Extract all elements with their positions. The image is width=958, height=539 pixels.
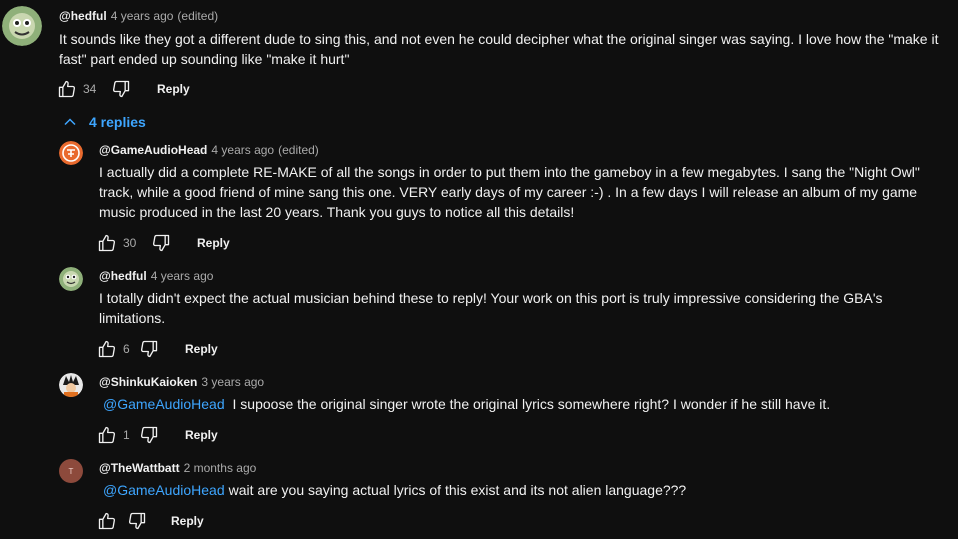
comment-author[interactable]: @hedful	[99, 269, 147, 283]
user-mention-link[interactable]: @GameAudioHead	[103, 396, 225, 412]
dislike-button[interactable]	[125, 509, 149, 533]
dislike-button[interactable]	[137, 423, 161, 447]
comment-author[interactable]: @hedful	[59, 9, 107, 23]
avatar[interactable]	[2, 6, 42, 46]
like-button[interactable]	[95, 337, 119, 361]
reply-button[interactable]: Reply	[185, 428, 218, 442]
comment-header: @ShinkuKaioken 3 years ago	[99, 375, 264, 389]
like-button[interactable]	[95, 423, 119, 447]
comment-actions: 1 Reply	[95, 423, 218, 447]
thumbs-down-icon	[128, 512, 146, 530]
comment-time[interactable]: 3 years ago	[201, 375, 264, 389]
thumbs-up-icon	[98, 512, 116, 530]
comment-header: @GameAudioHead 4 years ago (edited)	[99, 143, 319, 157]
reply-button[interactable]: Reply	[197, 236, 230, 250]
edited-label: (edited)	[278, 143, 319, 157]
comment-text: I actually did a complete RE-MAKE of all…	[99, 164, 920, 220]
comment-actions: 6 Reply	[95, 337, 218, 361]
comment-actions: Reply	[95, 509, 204, 533]
comment-time[interactable]: 2 months ago	[184, 461, 257, 475]
like-button[interactable]	[95, 231, 119, 255]
comment-text: It sounds like they got a different dude…	[59, 31, 939, 67]
avatar-initial: T	[68, 466, 74, 476]
comment-time[interactable]: 4 years ago	[111, 9, 174, 23]
user-mention-link[interactable]: @GameAudioHead	[103, 482, 225, 498]
comment-body: wait are you saying actual lyrics of thi…	[228, 482, 687, 498]
edited-label: (edited)	[177, 9, 219, 23]
comment-text: @GameAudioHead I supoose the original si…	[99, 394, 949, 414]
thumbs-down-icon	[112, 80, 130, 98]
avatar[interactable]	[59, 373, 83, 397]
thumbs-up-icon	[58, 80, 76, 98]
like-count: 34	[83, 82, 97, 96]
dislike-button[interactable]	[149, 231, 173, 255]
like-button[interactable]	[95, 509, 119, 533]
reply-button[interactable]: Reply	[171, 514, 204, 528]
comment-body: I supoose the original singer wrote the …	[232, 396, 831, 412]
comment-header: @hedful 4 years ago (edited)	[59, 9, 218, 23]
like-button[interactable]	[55, 77, 79, 101]
avatar[interactable]	[59, 267, 83, 291]
avatar[interactable]	[59, 141, 83, 165]
thumbs-up-icon	[98, 426, 116, 444]
comment-time[interactable]: 4 years ago	[151, 269, 214, 283]
comment-header: @hedful 4 years ago	[99, 269, 213, 283]
comment-text: I totally didn't expect the actual music…	[99, 290, 883, 326]
thumbs-up-icon	[98, 234, 116, 252]
thumbs-down-icon	[140, 340, 158, 358]
thumbs-down-icon	[140, 426, 158, 444]
like-count: 1	[123, 428, 130, 442]
thumbs-up-icon	[98, 340, 116, 358]
replies-count-label: 4 replies	[89, 114, 146, 130]
comment-author[interactable]: @ShinkuKaioken	[99, 375, 197, 389]
comment-author[interactable]: @GameAudioHead	[99, 143, 207, 157]
like-count: 30	[123, 236, 137, 250]
comment-actions: 30 Reply	[95, 231, 230, 255]
reply-button[interactable]: Reply	[185, 342, 218, 356]
avatar[interactable]: T	[59, 459, 83, 483]
reply-button[interactable]: Reply	[157, 82, 190, 96]
like-count: 6	[123, 342, 130, 356]
comment-header: @TheWattbatt 2 months ago	[99, 461, 256, 475]
comment-text: @GameAudioHead wait are you saying actual…	[99, 480, 949, 500]
replies-toggle-button[interactable]: 4 replies	[60, 112, 146, 132]
thumbs-down-icon	[152, 234, 170, 252]
comment-time[interactable]: 4 years ago	[211, 143, 274, 157]
dislike-button[interactable]	[137, 337, 161, 361]
comment-author[interactable]: @TheWattbatt	[99, 461, 180, 475]
chevron-up-icon	[64, 118, 76, 126]
comment-actions: 34 Reply	[55, 77, 190, 101]
dislike-button[interactable]	[109, 77, 133, 101]
